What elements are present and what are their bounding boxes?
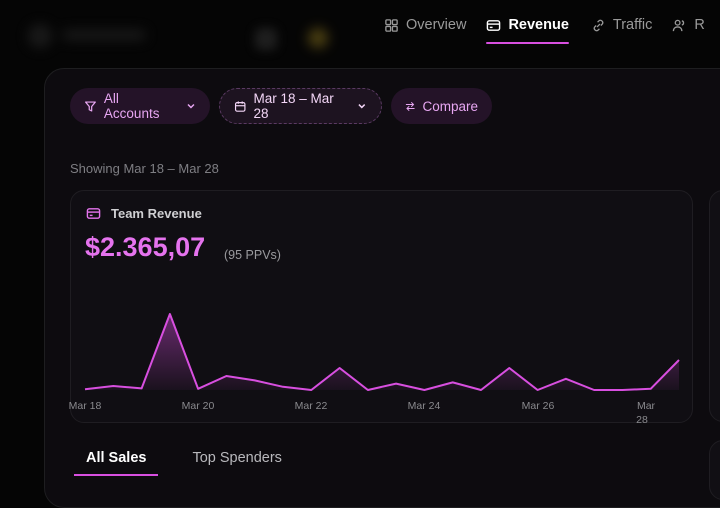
sales-tabs: All Sales Top Spenders: [74, 450, 316, 476]
revenue-chart: Mar 18 Mar 20 Mar 22 Mar 24 Mar 26 Mar 28: [69, 313, 680, 426]
x-tick-label: Mar 22: [295, 400, 328, 412]
tab-all-sales[interactable]: All Sales: [74, 450, 159, 476]
x-tick-label: Mar 24: [408, 400, 441, 412]
tab-top-spenders[interactable]: Top Spenders: [180, 450, 293, 476]
x-tick-label: Mar 20: [182, 400, 215, 412]
x-tick-label: Mar 18: [69, 400, 102, 412]
x-tick-label: Mar 26: [522, 400, 555, 412]
x-tick-label: Mar 28: [636, 400, 655, 426]
